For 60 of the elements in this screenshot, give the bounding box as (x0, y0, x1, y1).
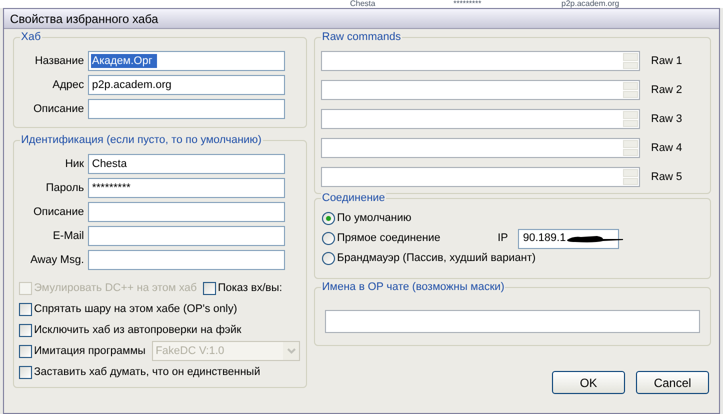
text-field[interactable]: Chesta (88, 154, 285, 174)
text-field[interactable]: p2p.academ.org (88, 75, 285, 95)
field-label: Адрес (52, 78, 84, 93)
group-title: Соединение (321, 191, 386, 205)
field-label: IP (498, 231, 508, 246)
radio-button[interactable] (322, 252, 335, 265)
field-label: Описание (32, 102, 84, 117)
text-field[interactable] (325, 310, 700, 333)
dialog-button[interactable]: OK (552, 371, 625, 394)
field-label: Пароль (44, 180, 84, 196)
checkbox-option[interactable]: Заставить хаб думать, что он единственный (19, 364, 260, 380)
checkbox[interactable] (19, 302, 32, 316)
field-label: Raw 2 (651, 82, 682, 98)
text-field[interactable] (88, 202, 285, 222)
text-field[interactable] (321, 138, 640, 158)
checkbox-option[interactable]: Показ вх/вы: (202, 280, 282, 296)
field-label: Ник (64, 156, 84, 172)
text-field[interactable] (88, 250, 285, 270)
radio-option[interactable]: Прямое соединение (322, 230, 440, 247)
redaction-mark (567, 234, 623, 242)
text-field[interactable] (321, 51, 640, 71)
field-label: E-Mail (52, 228, 84, 244)
checkbox[interactable] (202, 282, 216, 294)
checkbox-option[interactable]: Имитация программы (19, 342, 146, 360)
radio-option[interactable]: Брандмауэр (Пассив, худший вариант) (322, 250, 536, 267)
field-label: Raw 5 (651, 170, 682, 185)
field-label: Название (34, 54, 84, 69)
background-list-text: Chesta (350, 0, 376, 8)
text-field[interactable] (321, 167, 640, 187)
checkbox-option[interactable]: Спрятать шару на этом хабе (OP's only) (19, 300, 238, 318)
field-label: Raw 3 (651, 112, 682, 127)
checkbox[interactable] (19, 344, 32, 358)
checkbox[interactable] (19, 366, 32, 378)
group-title: Имена в OP чате (возможны маски) (321, 280, 506, 294)
radio-button[interactable] (322, 212, 335, 225)
checkbox[interactable] (19, 324, 32, 336)
spin-icon (623, 140, 638, 156)
dialog-button[interactable]: Cancel (636, 371, 709, 394)
text-field[interactable] (88, 226, 285, 246)
spin-icon (623, 111, 638, 127)
text-field[interactable] (321, 80, 640, 100)
radio-button[interactable] (322, 232, 335, 245)
spin-icon (623, 53, 638, 69)
window-title: Свойства избранного хаба (10, 10, 158, 28)
radio-option[interactable]: По умолчанию (322, 210, 412, 227)
field-label: Описание (32, 204, 84, 220)
field-label: Away Msg. (29, 252, 84, 268)
spin-icon (623, 169, 638, 185)
spin-icon (623, 82, 638, 98)
field-label: Raw 4 (651, 140, 682, 156)
text-field[interactable] (88, 99, 285, 119)
field-label: Raw 1 (651, 54, 682, 69)
text-field[interactable]: ********* (88, 178, 285, 198)
chevron-down-icon (283, 342, 299, 360)
text-field[interactable] (321, 109, 640, 129)
text-field[interactable]: Академ.Орг (88, 51, 285, 71)
checkbox-option[interactable]: Исключить хаб из автопроверки на фэйк (19, 322, 242, 338)
group-title: Идентификация (если пусто, то по умолчанию) (20, 133, 263, 147)
background-list-text: ********* (453, 0, 482, 8)
background-list-text: p2p.academ.org (561, 0, 620, 8)
